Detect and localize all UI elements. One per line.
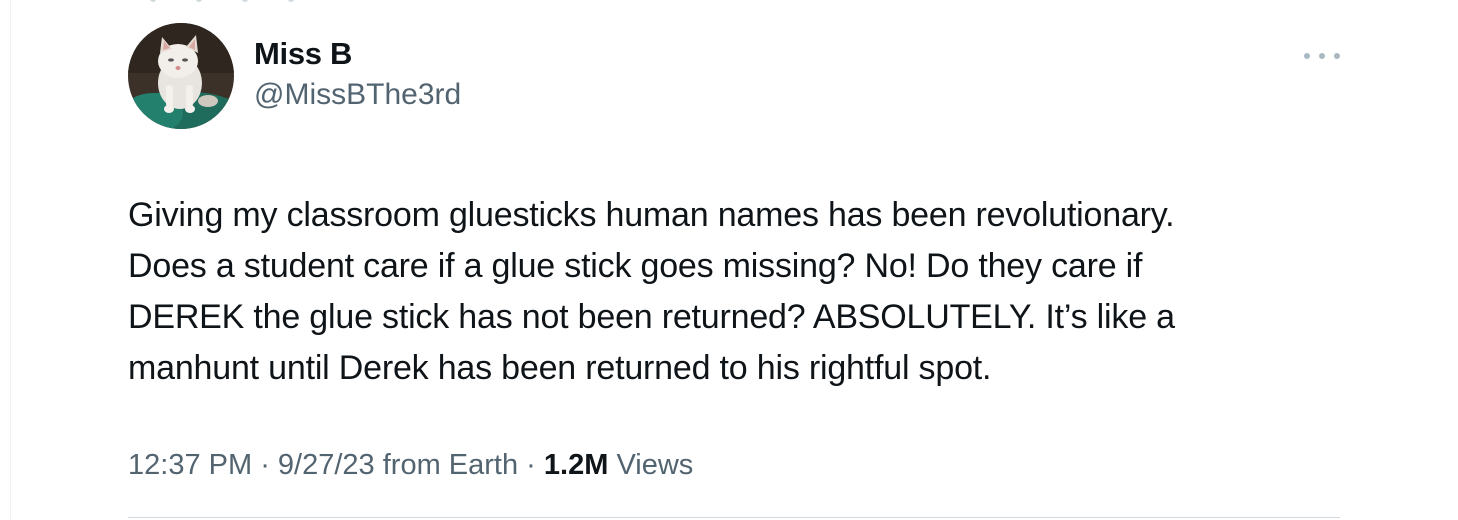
divider — [128, 517, 1340, 518]
dot — [1334, 53, 1340, 59]
avatar[interactable] — [128, 23, 234, 129]
cropped-previous-content — [150, 0, 410, 4]
tweet-time[interactable]: 12:37 PM — [128, 449, 252, 481]
timeline-border — [10, 0, 11, 520]
tweet-text-line: DEREK the glue stick has not been return… — [128, 298, 1175, 336]
more-horizontal-icon[interactable] — [1304, 44, 1340, 68]
dot — [1304, 53, 1310, 59]
separator: · — [252, 449, 278, 481]
user-handle[interactable]: @MissBThe3rd — [254, 78, 461, 112]
tweet-text-line: manhunt until Derek has been returned to… — [128, 349, 992, 387]
tweet-date[interactable]: 9/27/23 — [278, 449, 375, 481]
tweet-text: Giving my classroom gluesticks human nam… — [128, 190, 1348, 394]
display-name[interactable]: Miss B — [254, 36, 352, 72]
kitten-avatar-icon — [128, 23, 234, 129]
dot — [1319, 53, 1325, 59]
tweet-meta: 12:37 PM · 9/27/23 from Earth · 1.2M Vie… — [128, 449, 693, 482]
tweet-text-line: Giving my classroom gluesticks human nam… — [128, 196, 1175, 234]
views-label: Views — [608, 449, 694, 481]
views-count[interactable]: 1.2M — [544, 449, 608, 481]
tweet-text-line: Does a student care if a glue stick goes… — [128, 247, 1143, 285]
separator: · — [518, 449, 544, 481]
tweet-source: from Earth — [374, 449, 519, 481]
